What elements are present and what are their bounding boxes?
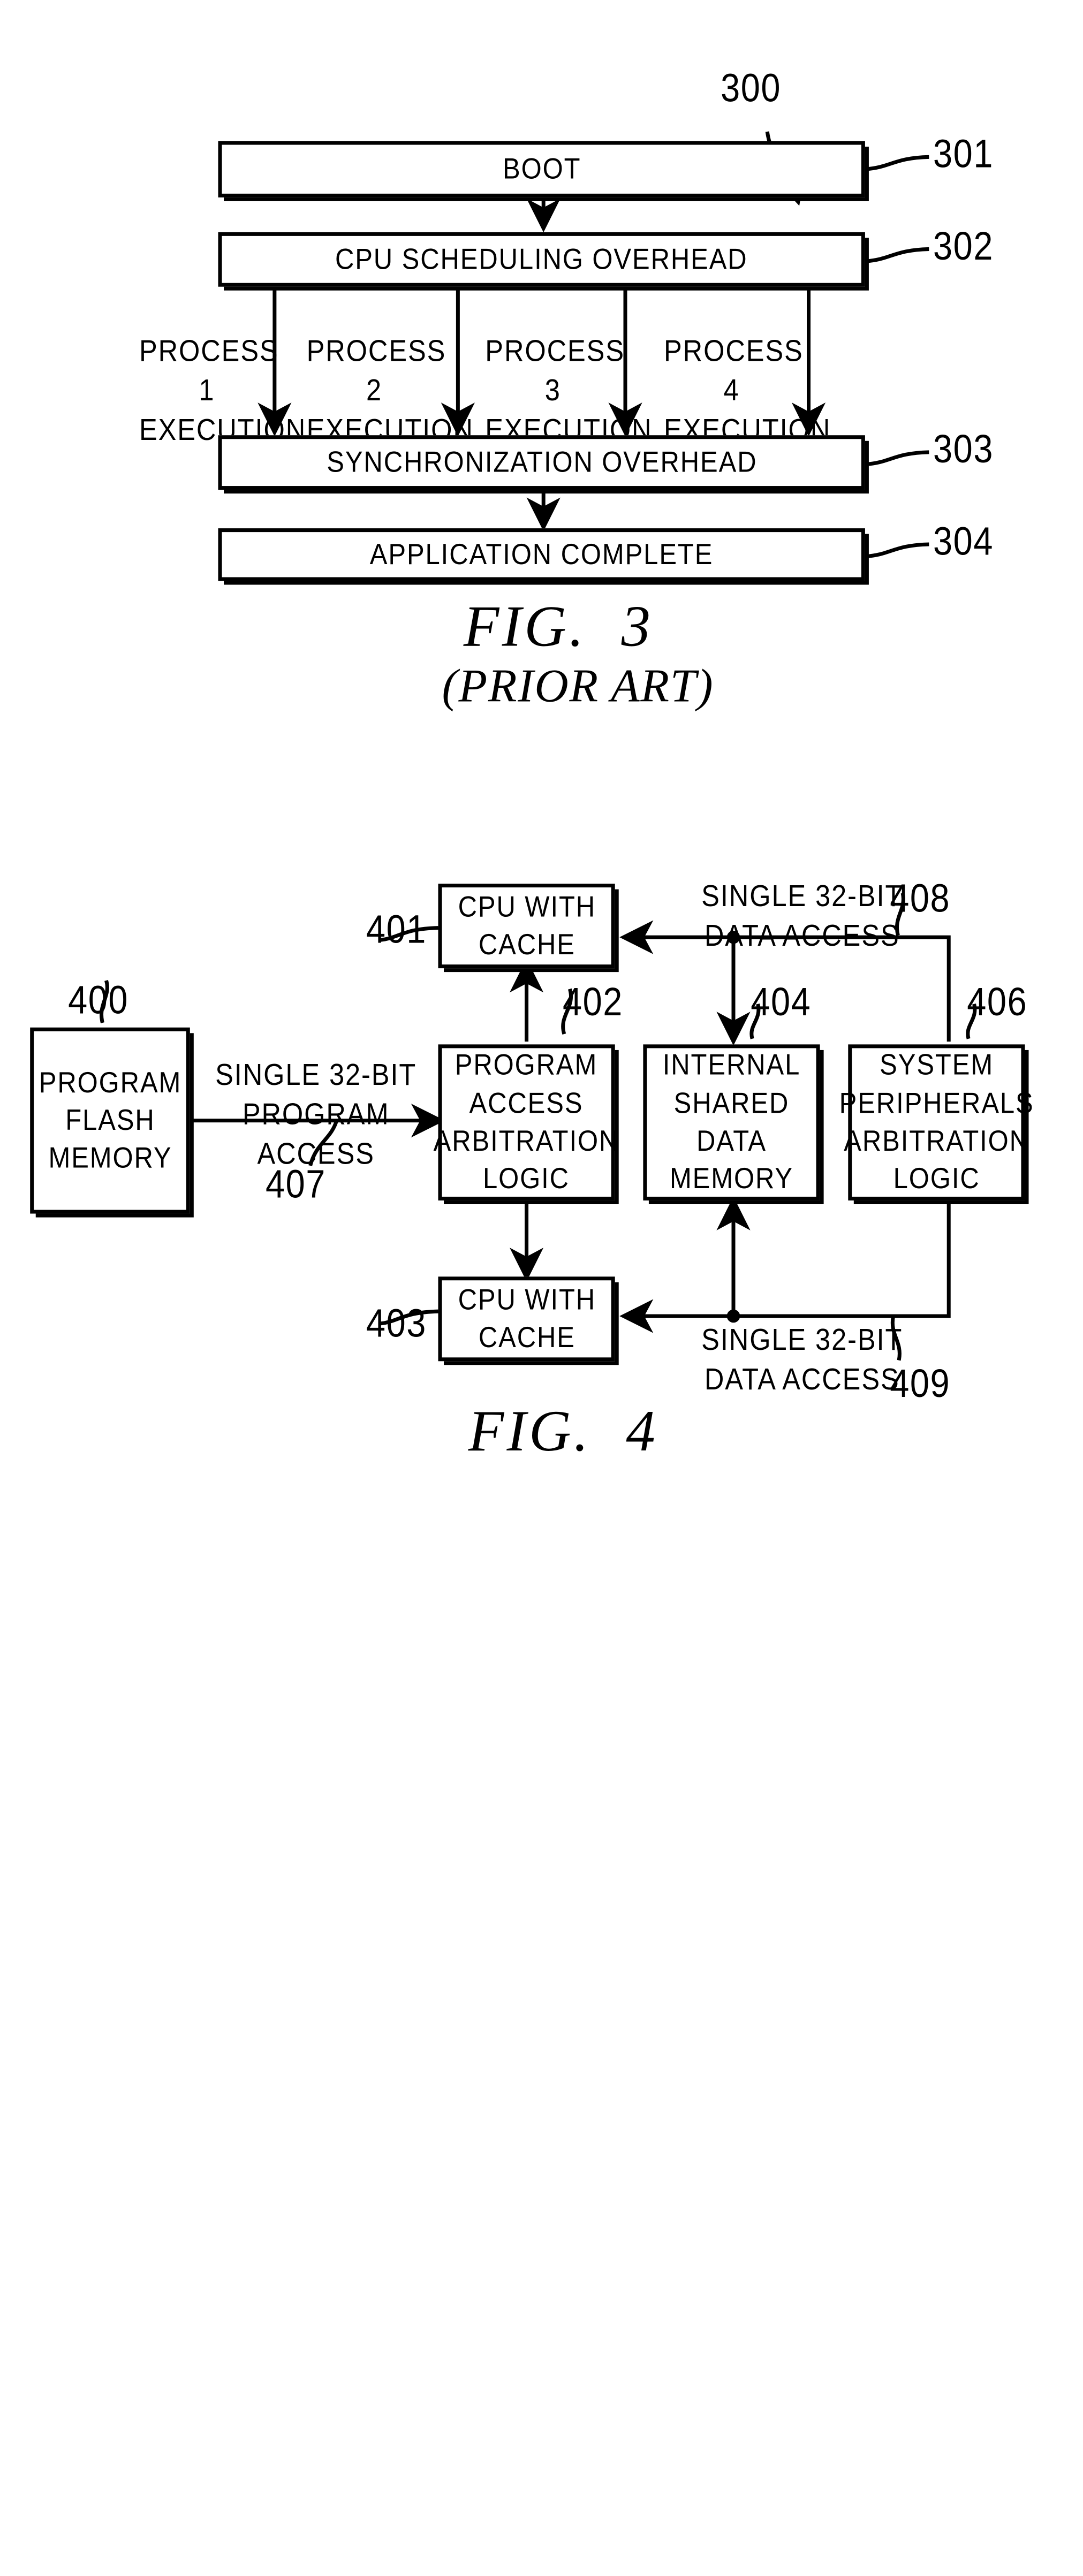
box-program-flash-memory-label: PROGRAM FLASH MEMORY — [39, 1065, 181, 1175]
figure-4-caption: FIG. 4 — [468, 1400, 658, 1464]
box-internal-shared-data-memory-label: INTERNAL SHARED DATA MEMORY — [662, 1048, 801, 1195]
ref-400: 400 — [68, 977, 129, 1022]
annotation-single-32bit-data-access-bottom: SINGLE 32-BIT DATA ACCESS — [701, 1323, 903, 1396]
ref-406: 406 — [967, 979, 1028, 1024]
ref-409: 409 — [890, 1361, 951, 1405]
ref-404: 404 — [751, 979, 812, 1024]
ref-403: 403 — [366, 1301, 427, 1346]
box-program-flash-memory: PROGRAM FLASH MEMORY — [30, 1027, 190, 1214]
box-internal-shared-data-memory: INTERNAL SHARED DATA MEMORY — [643, 1044, 820, 1200]
box-program-access-arbitration-logic-label: PROGRAM ACCESS ARBITRATION LOGIC — [434, 1048, 619, 1195]
figure-4: CPU WITH CACHE 401 SINGLE 32-BIT DATA AC… — [0, 0, 1083, 2576]
ref-401: 401 — [366, 907, 427, 952]
box-system-peripherals-arbitration-logic-label: SYSTEM PERIPHERALS ARBITRATION LOGIC — [839, 1048, 1034, 1195]
ref-402: 402 — [563, 979, 623, 1024]
box-system-peripherals-arbitration-logic: SYSTEM PERIPHERALS ARBITRATION LOGIC — [839, 1044, 1033, 1200]
box-program-access-arbitration-logic: PROGRAM ACCESS ARBITRATION LOGIC — [434, 1044, 618, 1200]
box-cpu-with-cache-bottom-label: CPU WITH CACHE — [457, 1282, 596, 1354]
ref-407: 407 — [265, 1161, 326, 1206]
box-cpu-with-cache-bottom: CPU WITH CACHE — [438, 1276, 615, 1362]
box-cpu-with-cache-top-label: CPU WITH CACHE — [457, 890, 596, 961]
annotation-single-32bit-data-access-top: SINGLE 32-BIT DATA ACCESS — [701, 879, 903, 953]
ref-408: 408 — [890, 876, 951, 921]
box-cpu-with-cache-top: CPU WITH CACHE — [438, 884, 615, 969]
annotation-single-32bit-program-access: SINGLE 32-BIT PROGRAM ACCESS — [215, 1057, 417, 1171]
